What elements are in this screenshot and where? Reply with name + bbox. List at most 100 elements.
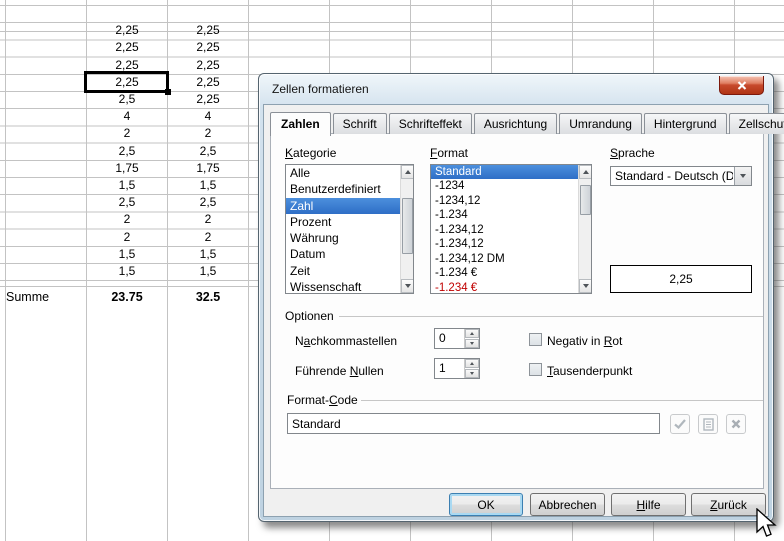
close-button[interactable] [719,76,764,95]
sheet-cell-c[interactable]: 1,5 [168,263,248,280]
scroll-up-icon[interactable] [579,165,592,179]
format-code-group-label: Format-Code [287,393,358,407]
leading-zeros-stepper[interactable]: 1 [434,358,480,379]
format-item[interactable]: -1.234,12 [431,223,578,237]
language-select[interactable]: Standard - Deutsch (De [610,166,752,186]
sum-cell-c[interactable]: 32,5 [168,284,248,301]
tab-schrifteffekt[interactable]: Schrifteffekt [389,113,472,134]
sheet-cell-c[interactable]: 2,25 [168,39,248,56]
delete-format-button[interactable] [726,414,746,434]
sheet-cell-c[interactable]: 2,5 [168,143,248,160]
document-icon [703,418,714,431]
category-item[interactable]: Prozent [286,214,400,230]
negative-red-label[interactable]: Negativ in Rot [547,334,622,348]
help-button[interactable]: Hilfe [611,493,686,516]
spin-down-icon[interactable] [465,339,479,348]
spin-up-icon[interactable] [465,329,479,338]
scroll-down-icon[interactable] [401,279,414,293]
close-icon [737,81,747,90]
sheet-cell-c[interactable]: 2,25 [168,74,248,91]
format-item[interactable]: -1.234,12 [431,237,578,251]
sheet-cell-b[interactable]: 4 [87,108,167,125]
sheet-cell-b[interactable]: 1,5 [87,263,167,280]
thousands-separator-label[interactable]: Tausenderpunkt [547,364,632,378]
sum-cell-b[interactable]: 23,75 [87,284,167,301]
format-item[interactable]: -1234,12 [431,194,578,208]
tab-zellschutz[interactable]: Zellschutz [729,113,784,134]
format-scrollbar[interactable] [578,165,591,293]
format-item[interactable]: -1.234,12 DM [431,252,578,266]
format-code-input[interactable] [287,413,660,434]
sheet-cell-c[interactable]: 2 [168,125,248,142]
leading-zeros-label: Führende Nullen [295,364,384,378]
sheet-cell-c[interactable]: 1,5 [168,177,248,194]
sheet-cell-c[interactable]: 2 [168,211,248,228]
sheet-cell-b[interactable]: 2 [87,229,167,246]
sheet-cell-b[interactable]: 2,25 [87,39,167,56]
sheet-cell-b[interactable]: 1,75 [87,160,167,177]
sheet-cell-b[interactable]: 2,5 [87,194,167,211]
tab-umrandung[interactable]: Umrandung [559,113,642,134]
category-item[interactable]: Zeit [286,263,400,279]
scrollbar-thumb[interactable] [580,185,591,215]
apply-format-button[interactable] [670,414,690,434]
category-item[interactable]: Alle [286,165,400,181]
category-listbox[interactable]: AlleBenutzerdefiniertZahlProzentWährungD… [285,164,414,294]
category-label: Kategorie [285,146,336,160]
mouse-cursor-icon [755,508,779,541]
sheet-cell-b[interactable]: 1,5 [87,177,167,194]
dropdown-button[interactable] [734,167,751,185]
sheet-cell-b[interactable]: 2 [87,125,167,142]
sheet-cell-c[interactable]: 2,25 [168,22,248,39]
scroll-up-icon[interactable] [401,165,414,179]
category-item[interactable]: Wissenschaft [286,279,400,294]
category-item[interactable]: Benutzerdefiniert [286,181,400,197]
format-item[interactable]: -1234 [431,179,578,193]
scrollbar-thumb[interactable] [402,198,413,254]
tab-ausrichtung[interactable]: Ausrichtung [474,113,557,134]
tab-hintergrund[interactable]: Hintergrund [644,113,727,134]
tab-schrift[interactable]: Schrift [333,113,387,134]
format-item[interactable]: -1.234 € [431,266,578,280]
category-scrollbar[interactable] [400,165,413,293]
decimals-stepper[interactable]: 0 [434,328,480,349]
x-icon [731,419,741,429]
scroll-down-icon[interactable] [579,279,592,293]
format-item[interactable]: Standard [431,165,578,179]
negative-red-checkbox[interactable] [529,333,542,346]
checkmark-icon [674,419,686,429]
sum-label-cell[interactable]: Summe [6,284,84,301]
spin-down-icon[interactable] [465,369,479,378]
cancel-button[interactable]: Abbrechen [530,493,605,516]
tab-zahlen[interactable]: Zahlen [270,112,331,136]
sheet-cell-c[interactable]: 2,25 [168,91,248,108]
fill-handle[interactable] [165,89,171,95]
sheet-cell-c[interactable]: 1,5 [168,246,248,263]
sheet-cell-c[interactable]: 1,75 [168,160,248,177]
sheet-cell-b[interactable]: 2 [87,211,167,228]
sheet-cell-c[interactable]: 2 [168,229,248,246]
dialog-titlebar[interactable]: Zellen formatieren [259,74,773,104]
group-divider [361,400,763,401]
sheet-cell-b[interactable]: 2,25 [87,22,167,39]
format-item[interactable]: -1.234 € [431,281,578,295]
sheet-cell-b[interactable]: 2,5 [87,91,167,108]
category-item[interactable]: Währung [286,230,400,246]
thousands-separator-checkbox[interactable] [529,363,542,376]
sheet-cell-b[interactable]: 1,5 [87,246,167,263]
format-item[interactable]: -1.234 [431,208,578,222]
ok-button[interactable]: OK [449,493,523,516]
sheet-cell-c[interactable]: 2,5 [168,194,248,211]
dialog-client-area: ZahlenSchriftSchrifteffektAusrichtungUmr… [263,104,769,517]
sheet-cell-b[interactable]: 2,5 [87,143,167,160]
category-item[interactable]: Zahl [286,198,400,214]
spin-up-icon[interactable] [465,359,479,368]
format-label: Format [430,146,468,160]
category-item[interactable]: Datum [286,246,400,262]
format-listbox[interactable]: Standard-1234-1234,12-1.234-1.234,12-1.2… [430,164,592,294]
sheet-cell-c[interactable]: 4 [168,108,248,125]
selected-cell-border[interactable] [84,71,169,93]
sheet-cell-c[interactable]: 2,25 [168,57,248,74]
edit-comment-button[interactable] [698,414,718,434]
dialog-title: Zellen formatieren [272,82,369,96]
